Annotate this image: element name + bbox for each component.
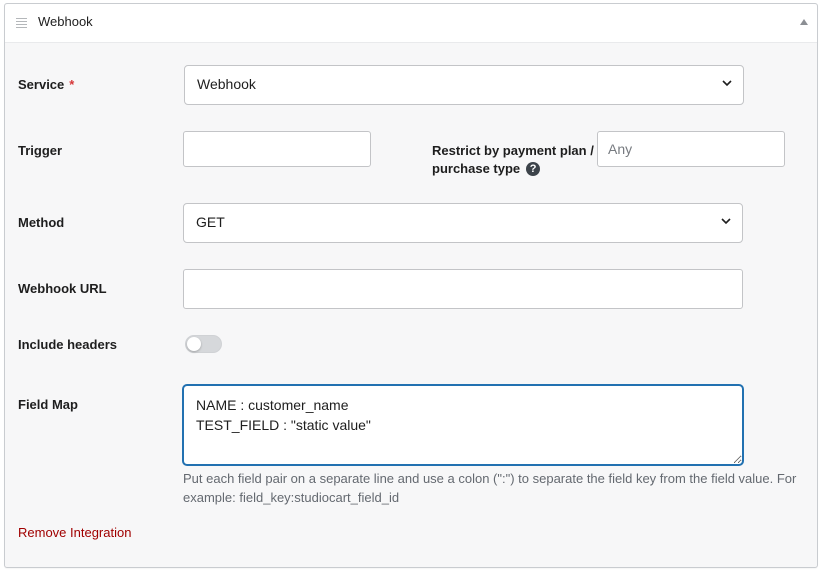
field-map-textarea[interactable]: NAME : customer_name TEST_FIELD : "stati…	[183, 385, 743, 465]
trigger-input[interactable]	[183, 131, 371, 167]
webhook-url-input[interactable]	[183, 269, 743, 309]
trigger-label: Trigger	[18, 143, 63, 158]
include-headers-label: Include headers	[18, 337, 117, 352]
required-asterisk: *	[69, 77, 75, 92]
include-headers-toggle[interactable]	[185, 335, 222, 353]
panel-header[interactable]: Webhook	[5, 4, 817, 43]
restrict-input[interactable]	[597, 131, 785, 167]
drag-handle-icon[interactable]	[16, 18, 27, 28]
chevron-down-icon	[721, 218, 731, 225]
panel-title: Webhook	[38, 14, 93, 29]
service-select[interactable]: Webhook	[184, 65, 744, 105]
method-select[interactable]: GET	[183, 203, 743, 243]
field-map-hint: Put each field pair on a separate line a…	[183, 471, 797, 505]
service-label: Service *	[18, 77, 74, 92]
field-map-label: Field Map	[18, 397, 78, 412]
integration-panel: Webhook Service * Webhook Trigger Restric…	[4, 3, 818, 568]
service-label-text: Service	[18, 77, 65, 92]
restrict-label-text: Restrict by payment plan / purchase type	[432, 143, 594, 176]
help-icon[interactable]: ?	[526, 161, 541, 176]
service-selected-value: Webhook	[197, 76, 256, 92]
webhook-url-label: Webhook URL	[18, 281, 107, 296]
restrict-label: Restrict by payment plan / purchase type…	[432, 142, 602, 178]
toggle-knob	[187, 337, 201, 351]
method-label: Method	[18, 215, 65, 230]
chevron-down-icon	[722, 80, 732, 87]
remove-integration-link[interactable]: Remove Integration	[18, 525, 131, 540]
method-selected-value: GET	[196, 214, 225, 230]
collapse-arrow-icon[interactable]	[800, 19, 808, 25]
